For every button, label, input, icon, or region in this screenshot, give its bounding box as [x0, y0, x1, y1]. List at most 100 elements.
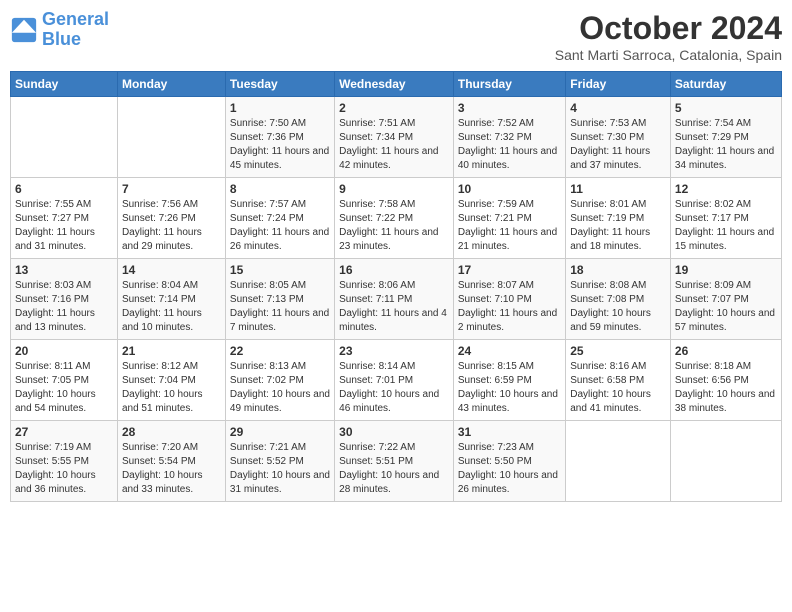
weekday-header: Friday — [566, 72, 671, 97]
calendar-cell: 11 Sunrise: 8:01 AMSunset: 7:19 PMDayligh… — [566, 178, 671, 259]
calendar-cell: 27 Sunrise: 7:19 AMSunset: 5:55 PMDayligh… — [11, 421, 118, 502]
calendar-subtitle: Sant Marti Sarroca, Catalonia, Spain — [555, 47, 782, 63]
day-info: Sunrise: 8:07 AMSunset: 7:10 PMDaylight:… — [458, 279, 561, 335]
day-info: Sunrise: 7:20 AMSunset: 5:54 PMDaylight:… — [122, 441, 221, 497]
day-info: Sunrise: 7:59 AMSunset: 7:21 PMDaylight:… — [458, 198, 561, 254]
calendar-cell: 19Sunrise: 8:09 AMSunset: 7:07 PMDayligh… — [670, 259, 781, 340]
day-info: Sunrise: 7:50 AMSunset: 7:36 PMDaylight:… — [230, 117, 330, 173]
calendar-cell: 30 Sunrise: 7:22 AMSunset: 5:51 PMDayligh… — [335, 421, 454, 502]
logo-icon — [10, 16, 38, 44]
day-info: Sunrise: 8:12 AMSunset: 7:04 PMDaylight:… — [122, 360, 221, 416]
day-info: Sunrise: 7:56 AMSunset: 7:26 PMDaylight:… — [122, 198, 221, 254]
day-info: Sunrise: 7:52 AMSunset: 7:32 PMDaylight:… — [458, 117, 561, 173]
calendar-cell: 3 Sunrise: 7:52 AMSunset: 7:32 PMDaylight… — [453, 97, 565, 178]
day-info: Sunrise: 7:58 AMSunset: 7:22 PMDaylight:… — [339, 198, 449, 254]
day-info: Sunrise: 7:54 AMSunset: 7:29 PMDaylight:… — [675, 117, 777, 173]
day-number: 20 — [15, 344, 113, 358]
calendar-cell: 16 Sunrise: 8:06 AMSunset: 7:11 PMDayligh… — [335, 259, 454, 340]
calendar-cell: 15 Sunrise: 8:05 AMSunset: 7:13 PMDayligh… — [225, 259, 334, 340]
calendar-cell: 21 Sunrise: 8:12 AMSunset: 7:04 PMDayligh… — [117, 340, 225, 421]
day-number: 8 — [230, 182, 330, 196]
calendar-week-row: 27 Sunrise: 7:19 AMSunset: 5:55 PMDayligh… — [11, 421, 782, 502]
weekday-header: Tuesday — [225, 72, 334, 97]
calendar-cell: 2Sunrise: 7:51 AMSunset: 7:34 PMDaylight… — [335, 97, 454, 178]
day-info: Sunrise: 8:04 AMSunset: 7:14 PMDaylight:… — [122, 279, 221, 335]
day-number: 10 — [458, 182, 561, 196]
day-info: Sunrise: 7:53 AMSunset: 7:30 PMDaylight:… — [570, 117, 666, 173]
weekday-header: Saturday — [670, 72, 781, 97]
weekday-header: Sunday — [11, 72, 118, 97]
day-number: 25 — [570, 344, 666, 358]
day-number: 3 — [458, 101, 561, 115]
calendar-week-row: 1 Sunrise: 7:50 AMSunset: 7:36 PMDaylight… — [11, 97, 782, 178]
day-number: 28 — [122, 425, 221, 439]
calendar-week-row: 20Sunrise: 8:11 AMSunset: 7:05 PMDayligh… — [11, 340, 782, 421]
calendar-cell: 8Sunrise: 7:57 AMSunset: 7:24 PMDaylight… — [225, 178, 334, 259]
day-number: 31 — [458, 425, 561, 439]
day-info: Sunrise: 7:22 AMSunset: 5:51 PMDaylight:… — [339, 441, 449, 497]
day-info: Sunrise: 8:18 AMSunset: 6:56 PMDaylight:… — [675, 360, 777, 416]
day-info: Sunrise: 8:14 AMSunset: 7:01 PMDaylight:… — [339, 360, 449, 416]
day-info: Sunrise: 8:13 AMSunset: 7:02 PMDaylight:… — [230, 360, 330, 416]
calendar-cell: 7 Sunrise: 7:56 AMSunset: 7:26 PMDaylight… — [117, 178, 225, 259]
day-number: 16 — [339, 263, 449, 277]
day-number: 29 — [230, 425, 330, 439]
calendar-cell: 10 Sunrise: 7:59 AMSunset: 7:21 PMDayligh… — [453, 178, 565, 259]
day-number: 1 — [230, 101, 330, 115]
day-info: Sunrise: 8:01 AMSunset: 7:19 PMDaylight:… — [570, 198, 666, 254]
day-number: 17 — [458, 263, 561, 277]
day-info: Sunrise: 8:06 AMSunset: 7:11 PMDaylight:… — [339, 279, 449, 335]
calendar-cell: 9 Sunrise: 7:58 AMSunset: 7:22 PMDaylight… — [335, 178, 454, 259]
day-number: 15 — [230, 263, 330, 277]
day-info: Sunrise: 7:21 AMSunset: 5:52 PMDaylight:… — [230, 441, 330, 497]
calendar-cell: 17 Sunrise: 8:07 AMSunset: 7:10 PMDayligh… — [453, 259, 565, 340]
day-number: 13 — [15, 263, 113, 277]
calendar-cell — [670, 421, 781, 502]
day-number: 7 — [122, 182, 221, 196]
title-block: October 2024 Sant Marti Sarroca, Catalon… — [555, 10, 782, 63]
logo: General Blue — [10, 10, 109, 50]
calendar-cell — [117, 97, 225, 178]
calendar-cell: 26Sunrise: 8:18 AMSunset: 6:56 PMDayligh… — [670, 340, 781, 421]
calendar-cell: 20Sunrise: 8:11 AMSunset: 7:05 PMDayligh… — [11, 340, 118, 421]
day-number: 14 — [122, 263, 221, 277]
calendar-cell — [11, 97, 118, 178]
day-number: 6 — [15, 182, 113, 196]
page-header: General Blue October 2024 Sant Marti Sar… — [10, 10, 782, 63]
calendar-week-row: 6 Sunrise: 7:55 AMSunset: 7:27 PMDaylight… — [11, 178, 782, 259]
day-number: 21 — [122, 344, 221, 358]
day-number: 19 — [675, 263, 777, 277]
day-info: Sunrise: 8:05 AMSunset: 7:13 PMDaylight:… — [230, 279, 330, 335]
calendar-cell: 14 Sunrise: 8:04 AMSunset: 7:14 PMDayligh… — [117, 259, 225, 340]
day-info: Sunrise: 7:19 AMSunset: 5:55 PMDaylight:… — [15, 441, 113, 497]
calendar-cell — [566, 421, 671, 502]
day-number: 23 — [339, 344, 449, 358]
day-number: 2 — [339, 101, 449, 115]
calendar-cell: 31 Sunrise: 7:23 AMSunset: 5:50 PMDayligh… — [453, 421, 565, 502]
day-number: 24 — [458, 344, 561, 358]
day-info: Sunrise: 7:23 AMSunset: 5:50 PMDaylight:… — [458, 441, 561, 497]
day-number: 11 — [570, 182, 666, 196]
calendar-cell: 24 Sunrise: 8:15 AMSunset: 6:59 PMDayligh… — [453, 340, 565, 421]
day-number: 30 — [339, 425, 449, 439]
calendar-title: October 2024 — [555, 10, 782, 47]
calendar-cell: 5Sunrise: 7:54 AMSunset: 7:29 PMDaylight… — [670, 97, 781, 178]
calendar-table: SundayMondayTuesdayWednesdayThursdayFrid… — [10, 71, 782, 502]
calendar-cell: 1 Sunrise: 7:50 AMSunset: 7:36 PMDaylight… — [225, 97, 334, 178]
day-info: Sunrise: 8:03 AMSunset: 7:16 PMDaylight:… — [15, 279, 113, 335]
calendar-week-row: 13 Sunrise: 8:03 AMSunset: 7:16 PMDayligh… — [11, 259, 782, 340]
calendar-cell: 6 Sunrise: 7:55 AMSunset: 7:27 PMDaylight… — [11, 178, 118, 259]
day-info: Sunrise: 8:15 AMSunset: 6:59 PMDaylight:… — [458, 360, 561, 416]
calendar-cell: 25Sunrise: 8:16 AMSunset: 6:58 PMDayligh… — [566, 340, 671, 421]
calendar-cell: 13 Sunrise: 8:03 AMSunset: 7:16 PMDayligh… — [11, 259, 118, 340]
day-info: Sunrise: 8:02 AMSunset: 7:17 PMDaylight:… — [675, 198, 777, 254]
calendar-cell: 4Sunrise: 7:53 AMSunset: 7:30 PMDaylight… — [566, 97, 671, 178]
calendar-cell: 23 Sunrise: 8:14 AMSunset: 7:01 PMDayligh… — [335, 340, 454, 421]
day-info: Sunrise: 7:55 AMSunset: 7:27 PMDaylight:… — [15, 198, 113, 254]
weekday-header: Wednesday — [335, 72, 454, 97]
weekday-header: Monday — [117, 72, 225, 97]
calendar-cell: 22Sunrise: 8:13 AMSunset: 7:02 PMDayligh… — [225, 340, 334, 421]
weekday-header-row: SundayMondayTuesdayWednesdayThursdayFrid… — [11, 72, 782, 97]
day-number: 27 — [15, 425, 113, 439]
day-number: 9 — [339, 182, 449, 196]
